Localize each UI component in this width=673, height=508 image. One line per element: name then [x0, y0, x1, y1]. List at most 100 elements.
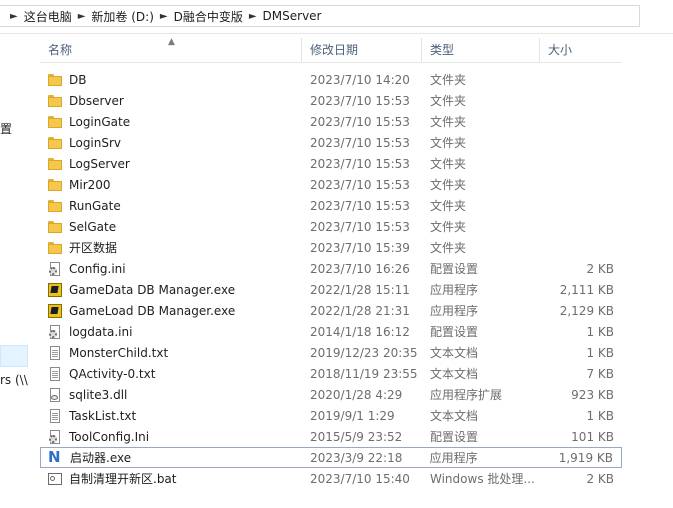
file-type: 文件夹 — [430, 73, 467, 87]
file-type: 文件夹 — [430, 220, 467, 234]
file-row[interactable]: GameData DB Manager.exe 2022/1/28 15:11 … — [40, 279, 622, 300]
file-name: RunGate — [69, 198, 121, 213]
breadcrumb-folder[interactable]: D融合中变版 — [174, 8, 243, 25]
file-name: ToolConfig.Ini — [69, 429, 150, 444]
file-name: 开区数据 — [69, 241, 118, 255]
file-size: 1 KB — [586, 324, 614, 339]
file-size: 101 KB — [571, 429, 614, 444]
column-header-size[interactable]: 大小 — [540, 38, 622, 62]
breadcrumb-drive-d[interactable]: 新加卷 (D:) — [91, 8, 153, 25]
file-row[interactable]: QActivity-0.txt 2018/11/19 23:55 文本文档 7 … — [40, 363, 622, 384]
file-name: LoginSrv — [69, 135, 122, 150]
file-size: 2,129 KB — [559, 303, 614, 318]
file-date: 2023/7/10 15:53 — [310, 219, 410, 234]
folder-icon — [47, 114, 63, 130]
text-file-icon — [47, 345, 63, 361]
folder-icon — [47, 177, 63, 193]
file-date: 2019/12/23 20:35 — [310, 345, 418, 360]
file-size: 923 KB — [571, 387, 614, 402]
file-row[interactable]: GameLoad DB Manager.exe 2022/1/28 21:31 … — [40, 300, 622, 321]
file-row[interactable]: LoginGate 2023/7/10 15:53 文件夹 — [40, 111, 622, 132]
file-size: 2,111 KB — [559, 282, 614, 297]
file-type: 应用程序 — [429, 451, 478, 465]
file-date: 2014/1/18 16:12 — [310, 324, 410, 339]
file-row[interactable]: ToolConfig.Ini 2015/5/9 23:52 配置设置 101 K… — [40, 426, 622, 447]
file-size: 1,919 KB — [558, 450, 613, 465]
file-row[interactable]: 自制清理开新区.bat 2023/7/10 15:40 Windows 批处理.… — [40, 468, 622, 489]
navigation-pane: 置 rs (\\ — [0, 34, 30, 508]
file-date: 2023/3/9 22:18 — [310, 450, 403, 465]
sort-ascending-icon: ▲ — [168, 37, 175, 47]
file-type: 文件夹 — [430, 115, 467, 129]
file-date: 2022/1/28 21:31 — [310, 303, 410, 318]
folder-icon — [47, 93, 63, 109]
column-header-date-label: 修改日期 — [310, 43, 359, 57]
file-row[interactable]: sqlite3.dll 2020/1/28 4:29 应用程序扩展 923 KB — [40, 384, 622, 405]
nav-pane-clipped-label[interactable]: 置 — [0, 120, 12, 137]
file-date: 2023/7/10 15:39 — [310, 240, 410, 255]
config-file-icon — [47, 429, 63, 445]
breadcrumb-current-folder[interactable]: DMServer — [263, 9, 322, 23]
file-name: 启动器.exe — [70, 451, 132, 465]
exe-icon — [47, 303, 63, 319]
file-type: 文件夹 — [430, 136, 467, 150]
file-row[interactable]: logdata.ini 2014/1/18 16:12 配置设置 1 KB — [40, 321, 622, 342]
file-name: QActivity-0.txt — [69, 366, 156, 381]
file-row[interactable]: DB 2023/7/10 14:20 文件夹 — [40, 69, 622, 90]
file-row[interactable]: Config.ini 2023/7/10 16:26 配置设置 2 KB — [40, 258, 622, 279]
file-list: DB 2023/7/10 14:20 文件夹 Dbserver 2023/7/1… — [40, 69, 622, 489]
address-bar[interactable]: ► 这台电脑 ► 新加卷 (D:) ► D融合中变版 ► DMServer — [0, 5, 640, 27]
launcher-icon — [48, 449, 64, 466]
chevron-right-icon[interactable]: ► — [4, 11, 24, 22]
file-type: 文件夹 — [430, 157, 467, 171]
text-file-icon — [47, 366, 63, 382]
config-file-icon — [47, 261, 63, 277]
chevron-right-icon[interactable]: ► — [72, 11, 92, 22]
file-date: 2023/7/10 15:53 — [310, 93, 410, 108]
file-size: 1 KB — [586, 345, 614, 360]
column-header-row: ▲ 名称 修改日期 类型 大小 — [40, 37, 622, 63]
file-type: 配置设置 — [430, 262, 479, 276]
file-row[interactable]: Mir200 2023/7/10 15:53 文件夹 — [40, 174, 622, 195]
file-date: 2023/7/10 15:53 — [310, 177, 410, 192]
file-row[interactable]: Dbserver 2023/7/10 15:53 文件夹 — [40, 90, 622, 111]
chevron-right-icon[interactable]: ► — [154, 11, 174, 22]
nav-pane-clipped-label[interactable]: rs (\\ — [0, 373, 28, 387]
chevron-right-icon[interactable]: ► — [243, 11, 263, 22]
file-date: 2023/7/10 15:53 — [310, 198, 410, 213]
nav-pane-selected-item[interactable] — [0, 345, 28, 367]
file-name: sqlite3.dll — [69, 387, 128, 402]
column-header-date[interactable]: 修改日期 — [302, 38, 422, 62]
file-row[interactable]: 开区数据 2023/7/10 15:39 文件夹 — [40, 237, 622, 258]
file-date: 2023/7/10 15:53 — [310, 135, 410, 150]
file-date: 2020/1/28 4:29 — [310, 387, 403, 402]
breadcrumb: ► 这台电脑 ► 新加卷 (D:) ► D融合中变版 ► DMServer — [0, 6, 322, 26]
file-name: GameLoad DB Manager.exe — [69, 303, 236, 318]
exe-icon — [47, 282, 63, 298]
file-name: 自制清理开新区.bat — [69, 472, 177, 486]
file-date: 2022/1/28 15:11 — [310, 282, 410, 297]
file-row[interactable]: MonsterChild.txt 2019/12/23 20:35 文本文档 1… — [40, 342, 622, 363]
column-header-size-label: 大小 — [548, 43, 573, 57]
column-header-type-label: 类型 — [430, 43, 455, 57]
file-type: 文件夹 — [430, 94, 467, 108]
file-row[interactable]: LogServer 2023/7/10 15:53 文件夹 — [40, 153, 622, 174]
file-date: 2023/7/10 15:53 — [310, 114, 410, 129]
file-type: 文件夹 — [430, 178, 467, 192]
file-type: 文件夹 — [430, 241, 467, 255]
file-name: MonsterChild.txt — [69, 345, 169, 360]
file-row[interactable]: TaskList.txt 2019/9/1 1:29 文本文档 1 KB — [40, 405, 622, 426]
column-header-name-label: 名称 — [48, 43, 73, 57]
file-date: 2023/7/10 14:20 — [310, 72, 410, 87]
file-row-selected[interactable]: 启动器.exe 2023/3/9 22:18 应用程序 1,919 KB — [40, 447, 622, 468]
file-row[interactable]: RunGate 2023/7/10 15:53 文件夹 — [40, 195, 622, 216]
file-row[interactable]: LoginSrv 2023/7/10 15:53 文件夹 — [40, 132, 622, 153]
column-header-name[interactable]: ▲ 名称 — [40, 37, 302, 62]
file-row[interactable]: SelGate 2023/7/10 15:53 文件夹 — [40, 216, 622, 237]
text-file-icon — [47, 408, 63, 424]
folder-icon — [47, 156, 63, 172]
folder-icon — [47, 198, 63, 214]
breadcrumb-this-pc[interactable]: 这台电脑 — [24, 8, 72, 25]
file-date: 2023/7/10 16:26 — [310, 261, 410, 276]
column-header-type[interactable]: 类型 — [422, 38, 540, 62]
